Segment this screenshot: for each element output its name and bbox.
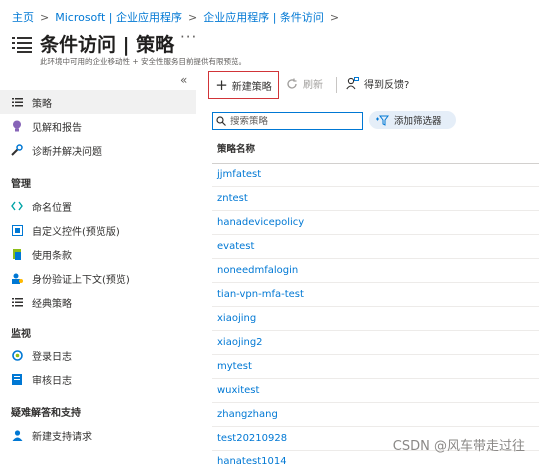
page-subtitle: 此环境中可用的企业移动性 + 安全性服务目前提供有限预览。 (40, 57, 247, 66)
sidebar-item-classic-policies[interactable]: 经典策略 (0, 290, 196, 314)
sidebar-item-diagnose[interactable]: 诊断并解决问题 (0, 138, 196, 162)
list-icon (11, 96, 23, 108)
breadcrumb-separator: > (40, 10, 50, 24)
sign-in-log-icon (11, 349, 23, 361)
sidebar-item-insights[interactable]: 见解和报告 (0, 114, 196, 138)
table-row: evatest (212, 235, 539, 259)
sidebar-item-label: 审核日志 (32, 375, 72, 387)
support-person-icon (11, 429, 23, 441)
policy-link[interactable]: zhangzhang (217, 409, 278, 420)
sidebar-item-label: 诊断并解决问题 (32, 146, 102, 158)
sidebar-item-custom-controls[interactable]: 自定义控件(预览版) (0, 218, 196, 242)
custom-control-icon (11, 224, 23, 236)
refresh-button[interactable]: 刷新 (286, 76, 323, 91)
table-row: zntest (212, 187, 539, 211)
policy-link[interactable]: hanatest1014 (217, 456, 287, 465)
sidebar-section-manage: 管理 (11, 179, 31, 190)
breadcrumb-enterprise-apps[interactable]: Microsoft | 企业应用程序 (55, 9, 182, 25)
auth-context-icon (11, 272, 23, 284)
audit-log-icon (11, 373, 23, 385)
refresh-label: 刷新 (303, 80, 323, 91)
policy-link[interactable]: wuxitest (217, 385, 259, 396)
policy-link[interactable]: mytest (217, 361, 252, 372)
sidebar-item-sign-in-logs[interactable]: 登录日志 (0, 343, 196, 367)
table-row: xiaojing2 (212, 331, 539, 355)
collapse-sidebar-button[interactable]: « (180, 73, 187, 87)
sidebar-item-auth-context[interactable]: 身份验证上下文(预览) (0, 266, 196, 290)
policy-link[interactable]: jjmfatest (217, 169, 261, 180)
table-row: jjmfatest (212, 163, 539, 187)
table-row: wuxitest (212, 379, 539, 403)
sidebar-item-label: 经典策略 (32, 298, 72, 310)
policy-link[interactable]: test20210928 (217, 433, 287, 444)
policy-link[interactable]: tian-vpn-mfa-test (217, 289, 304, 300)
policy-link[interactable]: hanadevicepolicy (217, 217, 304, 228)
column-header-policy-name[interactable]: 策略名称 (217, 141, 255, 155)
policy-link[interactable]: evatest (217, 241, 254, 252)
search-input[interactable] (226, 115, 356, 127)
sidebar-item-label: 策略 (32, 98, 52, 110)
new-policy-button[interactable]: + 新建策略 (208, 71, 279, 99)
add-filter-label: 添加筛选器 (394, 116, 442, 127)
sidebar-item-label: 新建支持请求 (32, 431, 92, 443)
lightbulb-icon (11, 120, 23, 132)
sidebar-item-terms-of-use[interactable]: 使用条款 (0, 242, 196, 266)
policy-link[interactable]: xiaojing2 (217, 337, 263, 348)
breadcrumb-home[interactable]: 主页 (12, 9, 34, 25)
breadcrumb: 主页 > Microsoft | 企业应用程序 > 企业应用程序 | 条件访问 … (12, 9, 345, 25)
sidebar-item-named-locations[interactable]: 命名位置 (0, 194, 196, 218)
table-row: hanadevicepolicy (212, 211, 539, 235)
policy-link[interactable]: noneedmfalogin (217, 265, 298, 276)
search-box[interactable] (212, 112, 363, 130)
page-title: 条件访问 | 策略 (40, 34, 175, 56)
terms-icon (11, 248, 23, 260)
location-arrows-icon (11, 200, 23, 212)
more-actions-button[interactable]: ··· (180, 28, 197, 46)
search-icon (216, 116, 226, 126)
plus-icon: + (215, 75, 228, 94)
sidebar-item-label: 见解和报告 (32, 122, 82, 134)
sidebar-item-label: 命名位置 (32, 202, 72, 214)
policy-link[interactable]: xiaojing (217, 313, 256, 324)
table-row: mytest (212, 355, 539, 379)
table-row: noneedmfalogin (212, 259, 539, 283)
policy-list-icon (12, 37, 32, 53)
feedback-label: 得到反馈? (364, 80, 410, 91)
sidebar-item-label: 使用条款 (32, 250, 72, 262)
watermark: CSDN @风车带走过往 (392, 439, 525, 454)
sidebar-item-audit-logs[interactable]: 审核日志 (0, 367, 196, 391)
breadcrumb-separator: > (329, 10, 340, 24)
wrench-icon (11, 144, 23, 156)
table-row: xiaojing (212, 307, 539, 331)
sidebar-item-policies[interactable]: 策略 (0, 90, 196, 114)
feedback-button[interactable]: 得到反馈? (346, 76, 409, 91)
sidebar-item-new-support-request[interactable]: 新建支持请求 (0, 423, 196, 447)
feedback-icon (346, 77, 359, 90)
sidebar-section-monitor: 监视 (11, 329, 31, 340)
breadcrumb-separator: > (187, 10, 198, 24)
new-policy-label: 新建策略 (231, 81, 272, 93)
list-icon (11, 296, 23, 308)
policy-link[interactable]: zntest (217, 193, 248, 204)
table-row: tian-vpn-mfa-test (212, 283, 539, 307)
add-filter-button[interactable]: 添加筛选器 (369, 111, 456, 129)
toolbar-divider (336, 77, 337, 93)
refresh-icon (287, 78, 297, 89)
sidebar-section-troubleshoot: 疑难解答和支持 (11, 408, 81, 419)
table-row: zhangzhang (212, 403, 539, 427)
sidebar-item-label: 身份验证上下文(预览) (32, 274, 130, 286)
sidebar-item-label: 自定义控件(预览版) (32, 226, 120, 238)
sidebar-item-label: 登录日志 (32, 351, 72, 363)
add-filter-icon (376, 115, 389, 126)
breadcrumb-conditional-access[interactable]: 企业应用程序 | 条件访问 (203, 9, 324, 25)
